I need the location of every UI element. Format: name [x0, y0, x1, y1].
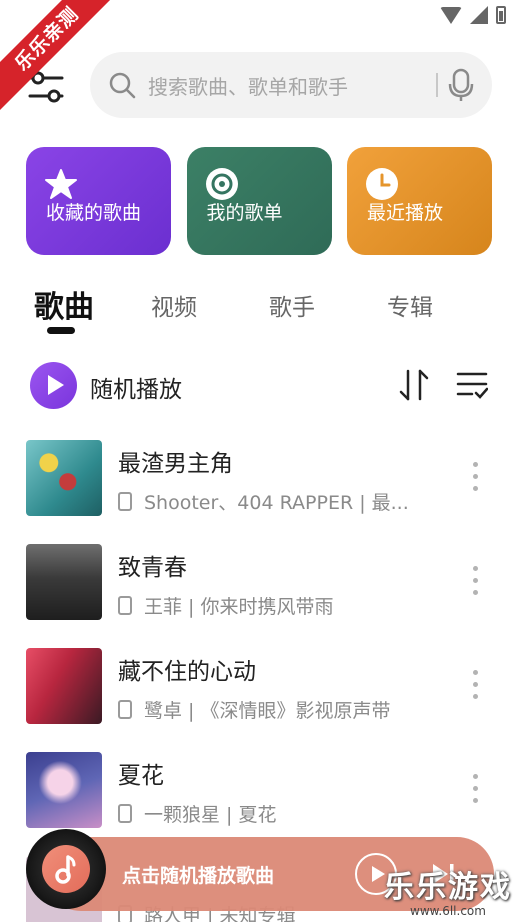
- my-playlists-card[interactable]: 我的歌单: [186, 147, 332, 255]
- song-title: 最渣男主角: [118, 451, 233, 477]
- signal-icon: [470, 6, 488, 24]
- song-artist-album: 王菲 | 你来时携风带雨: [144, 595, 334, 618]
- search-input[interactable]: 搜索歌曲、歌单和歌手: [148, 71, 436, 100]
- my-playlists-label: 我的歌单: [206, 202, 283, 224]
- more-options-button[interactable]: [470, 774, 480, 810]
- song-row[interactable]: 藏不住的心动 鹭卓 | 《深情眼》影视原声带: [0, 648, 518, 728]
- search-icon: [109, 72, 136, 99]
- music-note-icon: [55, 855, 76, 884]
- shuffle-play-button[interactable]: [30, 362, 77, 409]
- recent-played-card[interactable]: 最近播放: [347, 147, 492, 255]
- tab-songs[interactable]: 歌曲: [34, 282, 94, 326]
- clock-icon: [366, 168, 398, 200]
- tab-artists[interactable]: 歌手: [269, 288, 315, 322]
- vinyl-disc[interactable]: [26, 829, 106, 909]
- song-title: 致青春: [118, 555, 187, 581]
- album-cover: [26, 544, 102, 620]
- album-cover: [26, 752, 102, 828]
- album-cover: [26, 440, 102, 516]
- shuffle-row: 随机播放: [30, 360, 490, 412]
- song-quality-icon: [118, 595, 132, 615]
- wifi-icon: [440, 6, 462, 24]
- battery-icon: [496, 6, 506, 24]
- playlist-manage-icon[interactable]: [456, 370, 488, 400]
- tab-videos[interactable]: 视频: [151, 288, 197, 322]
- song-artist-album: 鹭卓 | 《深情眼》影视原声带: [144, 699, 391, 722]
- album-cover: [26, 648, 102, 724]
- music-disc-icon: [205, 168, 238, 200]
- song-quality-icon: [118, 699, 132, 719]
- category-tabs: 歌曲 视频 歌手 专辑: [34, 282, 474, 342]
- song-artist-album: 一颗狼星 | 夏花: [144, 803, 277, 826]
- shuffle-play-label[interactable]: 随机播放: [90, 370, 182, 404]
- star-icon: [45, 169, 77, 199]
- song-title: 藏不住的心动: [118, 659, 256, 685]
- search-divider: [436, 73, 438, 97]
- recent-played-label: 最近播放: [367, 202, 444, 224]
- microphone-icon[interactable]: [448, 68, 474, 102]
- site-watermark: 乐乐游戏 www.6ll.com: [384, 862, 512, 918]
- favorite-songs-card[interactable]: 收藏的歌曲: [26, 147, 171, 255]
- tab-albums[interactable]: 专辑: [387, 288, 433, 322]
- song-row[interactable]: 最渣男主角 Shooter、404 RAPPER | 最...: [0, 440, 518, 520]
- more-options-button[interactable]: [470, 670, 480, 706]
- quick-access-cards: 收藏的歌曲 我的歌单 最近播放: [26, 147, 492, 255]
- song-artist-album: Shooter、404 RAPPER | 最...: [144, 491, 409, 514]
- sort-icon[interactable]: [398, 368, 430, 402]
- watermark-url: www.6ll.com: [410, 904, 486, 918]
- player-prompt[interactable]: 点击随机播放歌曲: [122, 861, 274, 888]
- more-options-button[interactable]: [470, 566, 480, 602]
- song-quality-icon: [118, 803, 132, 823]
- search-bar[interactable]: 搜索歌曲、歌单和歌手: [90, 52, 492, 118]
- song-quality-icon: [118, 491, 132, 511]
- watermark-title: 乐乐游戏: [384, 870, 512, 905]
- more-options-button[interactable]: [470, 462, 480, 498]
- active-tab-indicator: [47, 327, 75, 334]
- song-title: 夏花: [118, 763, 164, 789]
- song-row[interactable]: 致青春 王菲 | 你来时携风带雨: [0, 544, 518, 624]
- song-row[interactable]: 夏花 一颗狼星 | 夏花: [0, 752, 518, 832]
- favorite-songs-label: 收藏的歌曲: [46, 202, 142, 224]
